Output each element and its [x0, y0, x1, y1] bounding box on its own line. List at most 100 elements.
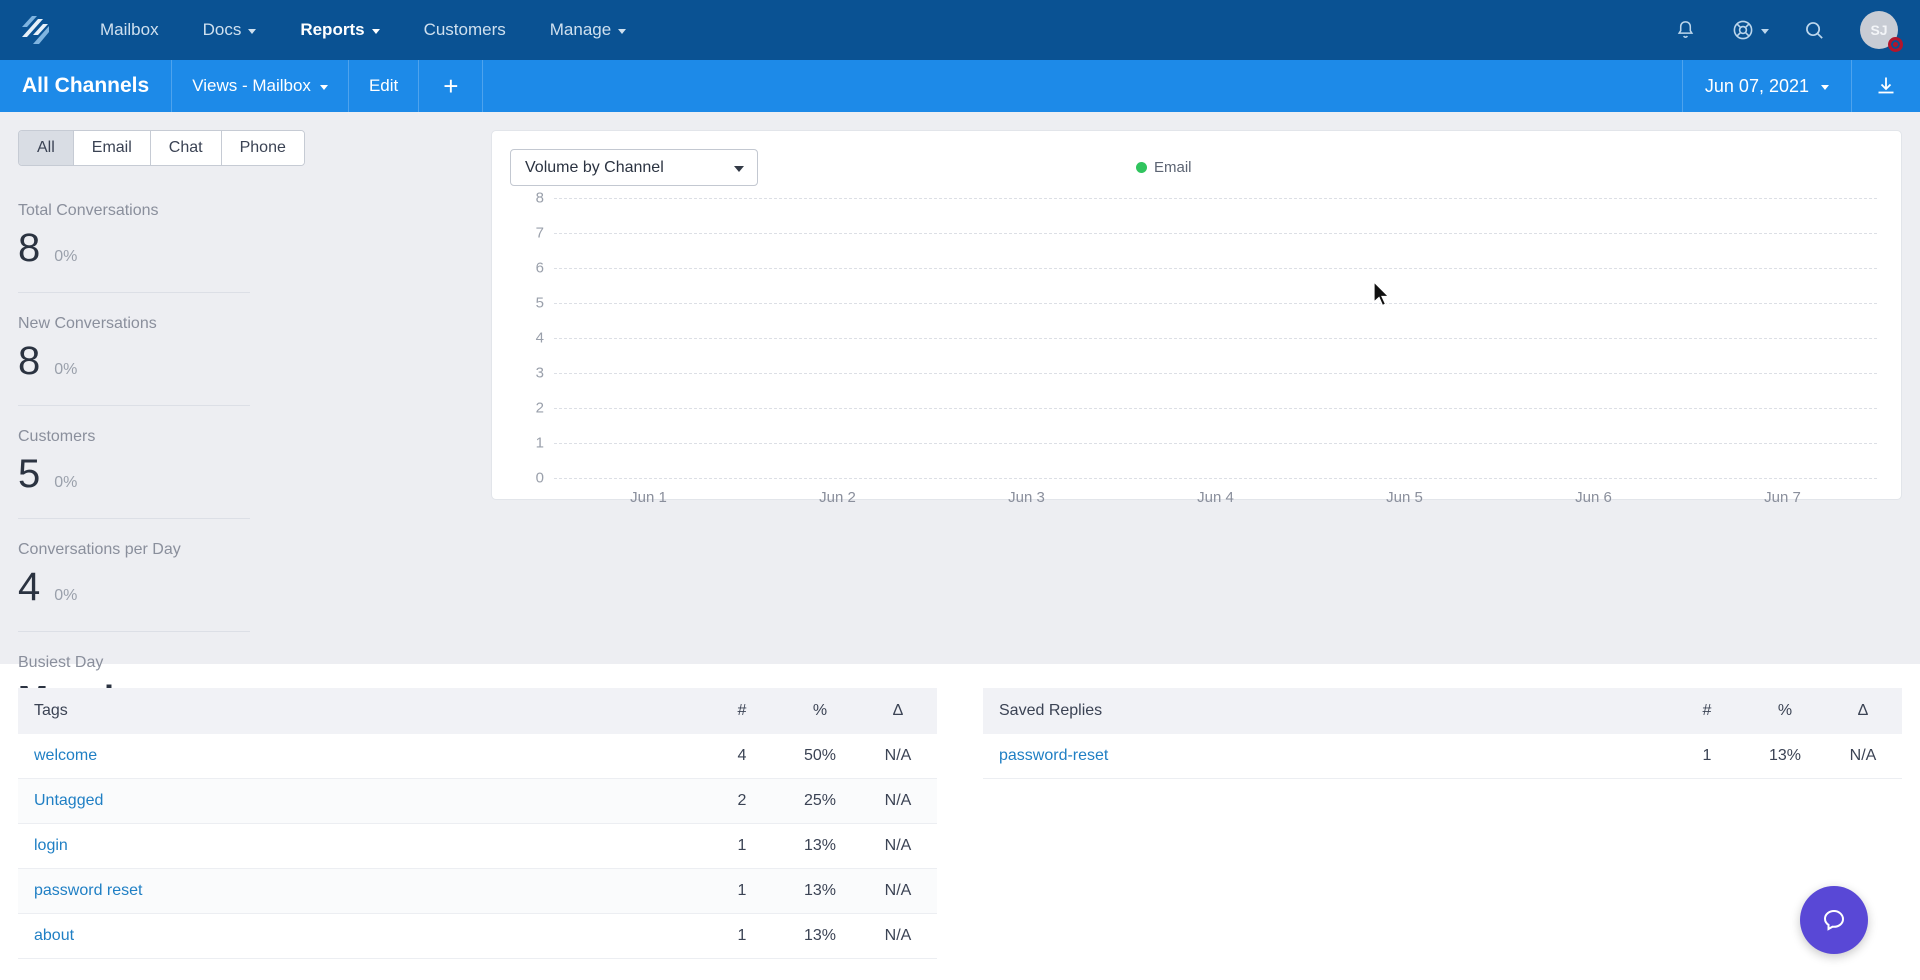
tags-table-header-count[interactable]: # [703, 688, 781, 734]
tag-pct-cell: 13% [781, 868, 859, 914]
chart-x-axis: Jun 1 Jun 2 Jun 3 Jun 4 Jun 5 Jun 6 Jun 7 [554, 489, 1877, 506]
tag-count-cell: 1 [703, 913, 781, 959]
chart-metric-select[interactable]: Volume by Channel [510, 149, 758, 186]
chevron-down-icon [1821, 84, 1829, 90]
bell-icon [1677, 21, 1694, 38]
chevron-down-icon [371, 28, 380, 34]
saved-replies-header-row: Saved Replies # % Δ [983, 688, 1902, 734]
date-range-picker[interactable]: Jun 07, 2021 [1681, 60, 1851, 112]
tag-delta-cell: N/A [859, 734, 937, 779]
stat-total-conversations-label: Total Conversations [18, 202, 159, 219]
chart-x-tick: Jun 3 [1008, 489, 1045, 506]
stat-total-conversations: Total Conversations 8 0% [18, 202, 250, 293]
channel-filter-phone[interactable]: Phone [221, 131, 304, 165]
help-menu-button[interactable] [1731, 18, 1769, 42]
tag-link[interactable]: login [34, 837, 68, 854]
tag-link[interactable]: password reset [34, 882, 143, 899]
help-chat-button[interactable] [1800, 886, 1868, 954]
helpscout-logo-icon[interactable] [18, 13, 52, 47]
stat-total-conversations-delta: 0% [54, 248, 78, 265]
chart-gridline [554, 198, 1877, 199]
tags-table-header-delta[interactable]: Δ [859, 688, 937, 734]
chart-y-tick: 2 [535, 399, 544, 417]
tag-link[interactable]: about [34, 927, 74, 944]
saved-replies-header-count[interactable]: # [1668, 688, 1746, 734]
views-dropdown-label: Views - Mailbox [192, 76, 311, 95]
chart-gridline [554, 338, 1877, 339]
tag-count-cell: 4 [703, 734, 781, 779]
tag-pct-cell: 13% [781, 823, 859, 869]
chart-y-tick: 5 [535, 294, 544, 312]
nav-item-customers[interactable]: Customers [402, 0, 528, 60]
chart-gridline [554, 268, 1877, 269]
chart-x-tick: Jun 6 [1575, 489, 1612, 506]
nav-item-mailbox-label: Mailbox [100, 20, 159, 39]
stat-grid: Total Conversations 8 0% New Conversatio… [18, 202, 473, 764]
chart-x-tick: Jun 5 [1386, 489, 1423, 506]
legend-label-email: Email [1154, 159, 1192, 176]
stat-customers-value: 5 [18, 452, 41, 496]
add-view-button[interactable]: + [419, 60, 484, 112]
nav-item-mailbox[interactable]: Mailbox [78, 0, 181, 60]
tags-table-header-name[interactable]: Tags [18, 688, 703, 734]
nav-item-reports-label: Reports [300, 20, 365, 39]
stat-new-conversations-value: 8 [18, 339, 41, 383]
chart-y-tick: 6 [535, 259, 544, 277]
tag-pct-cell: 13% [781, 913, 859, 959]
nav-item-manage[interactable]: Manage [528, 0, 648, 60]
saved-reply-pct-cell: 13% [1746, 734, 1824, 779]
edit-button[interactable]: Edit [349, 60, 420, 112]
channel-filter-all-label: All [37, 139, 55, 156]
tag-link[interactable]: welcome [34, 747, 97, 764]
nav-item-reports[interactable]: Reports [278, 0, 401, 60]
nav-item-manage-label: Manage [549, 20, 612, 39]
stat-conversations-per-day: Conversations per Day 4 0% [18, 541, 250, 632]
chart-y-tick: 1 [535, 434, 544, 452]
chart-gridline [554, 408, 1877, 409]
tag-name-cell: welcome [18, 734, 703, 779]
download-icon [1878, 77, 1894, 94]
channel-filter-all[interactable]: All [19, 131, 74, 165]
download-report-button[interactable] [1851, 60, 1920, 112]
tags-table-header-pct[interactable]: % [781, 688, 859, 734]
stats-column: All Email Chat Phone Total Conversations… [18, 130, 473, 719]
chart-gridline [554, 373, 1877, 374]
add-view-label: + [443, 70, 459, 101]
legend-color-swatch-email [1136, 162, 1147, 173]
stat-conversations-per-day-delta: 0% [54, 587, 78, 604]
saved-replies-header-pct[interactable]: % [1746, 688, 1824, 734]
stat-new-conversations-label: New Conversations [18, 315, 157, 332]
chart-gridline [554, 478, 1877, 479]
views-dropdown[interactable]: Views - Mailbox [172, 60, 349, 112]
stat-new-conversations: New Conversations 8 0% [18, 315, 250, 406]
saved-replies-header-delta[interactable]: Δ [1824, 688, 1902, 734]
tags-table-wrap: Tags # % Δ welcome 4 50% N/A Untagged 2 25% N/A… [18, 688, 937, 959]
channel-filter-chat[interactable]: Chat [150, 131, 222, 165]
tag-link[interactable]: Untagged [34, 792, 103, 809]
tag-pct-cell: 50% [781, 734, 859, 779]
table-row: Untagged 2 25% N/A [18, 778, 937, 824]
search-icon [1806, 21, 1823, 39]
chart-metric-select-wrap: Volume by Channel [510, 149, 758, 186]
channel-filter-email[interactable]: Email [73, 131, 151, 165]
nav-item-docs[interactable]: Docs [181, 0, 279, 60]
avatar-initials: SJ [1870, 22, 1888, 38]
saved-reply-delta-cell: N/A [1824, 734, 1902, 779]
saved-reply-link[interactable]: password-reset [999, 747, 1108, 764]
tag-delta-cell: N/A [859, 823, 937, 869]
channel-filter-group: All Email Chat Phone [18, 130, 305, 166]
table-row: password reset 1 13% N/A [18, 868, 937, 914]
chart-y-tick: 7 [535, 224, 544, 242]
saved-reply-name-cell: password-reset [983, 734, 1668, 779]
search-button[interactable] [1803, 19, 1826, 42]
notifications-button[interactable] [1674, 18, 1697, 42]
saved-replies-table-wrap: Saved Replies # % Δ password-reset 1 13% N/… [983, 688, 1902, 959]
chevron-down-icon [618, 28, 627, 34]
chevron-down-icon [319, 84, 328, 90]
user-avatar-menu[interactable]: SJ [1860, 11, 1903, 52]
stat-conversations-per-day-value: 4 [18, 565, 41, 609]
table-row: welcome 4 50% N/A [18, 734, 937, 779]
tag-name-cell: password reset [18, 868, 703, 914]
saved-replies-header-name[interactable]: Saved Replies [983, 688, 1668, 734]
chart-x-tick: Jun 2 [819, 489, 856, 506]
